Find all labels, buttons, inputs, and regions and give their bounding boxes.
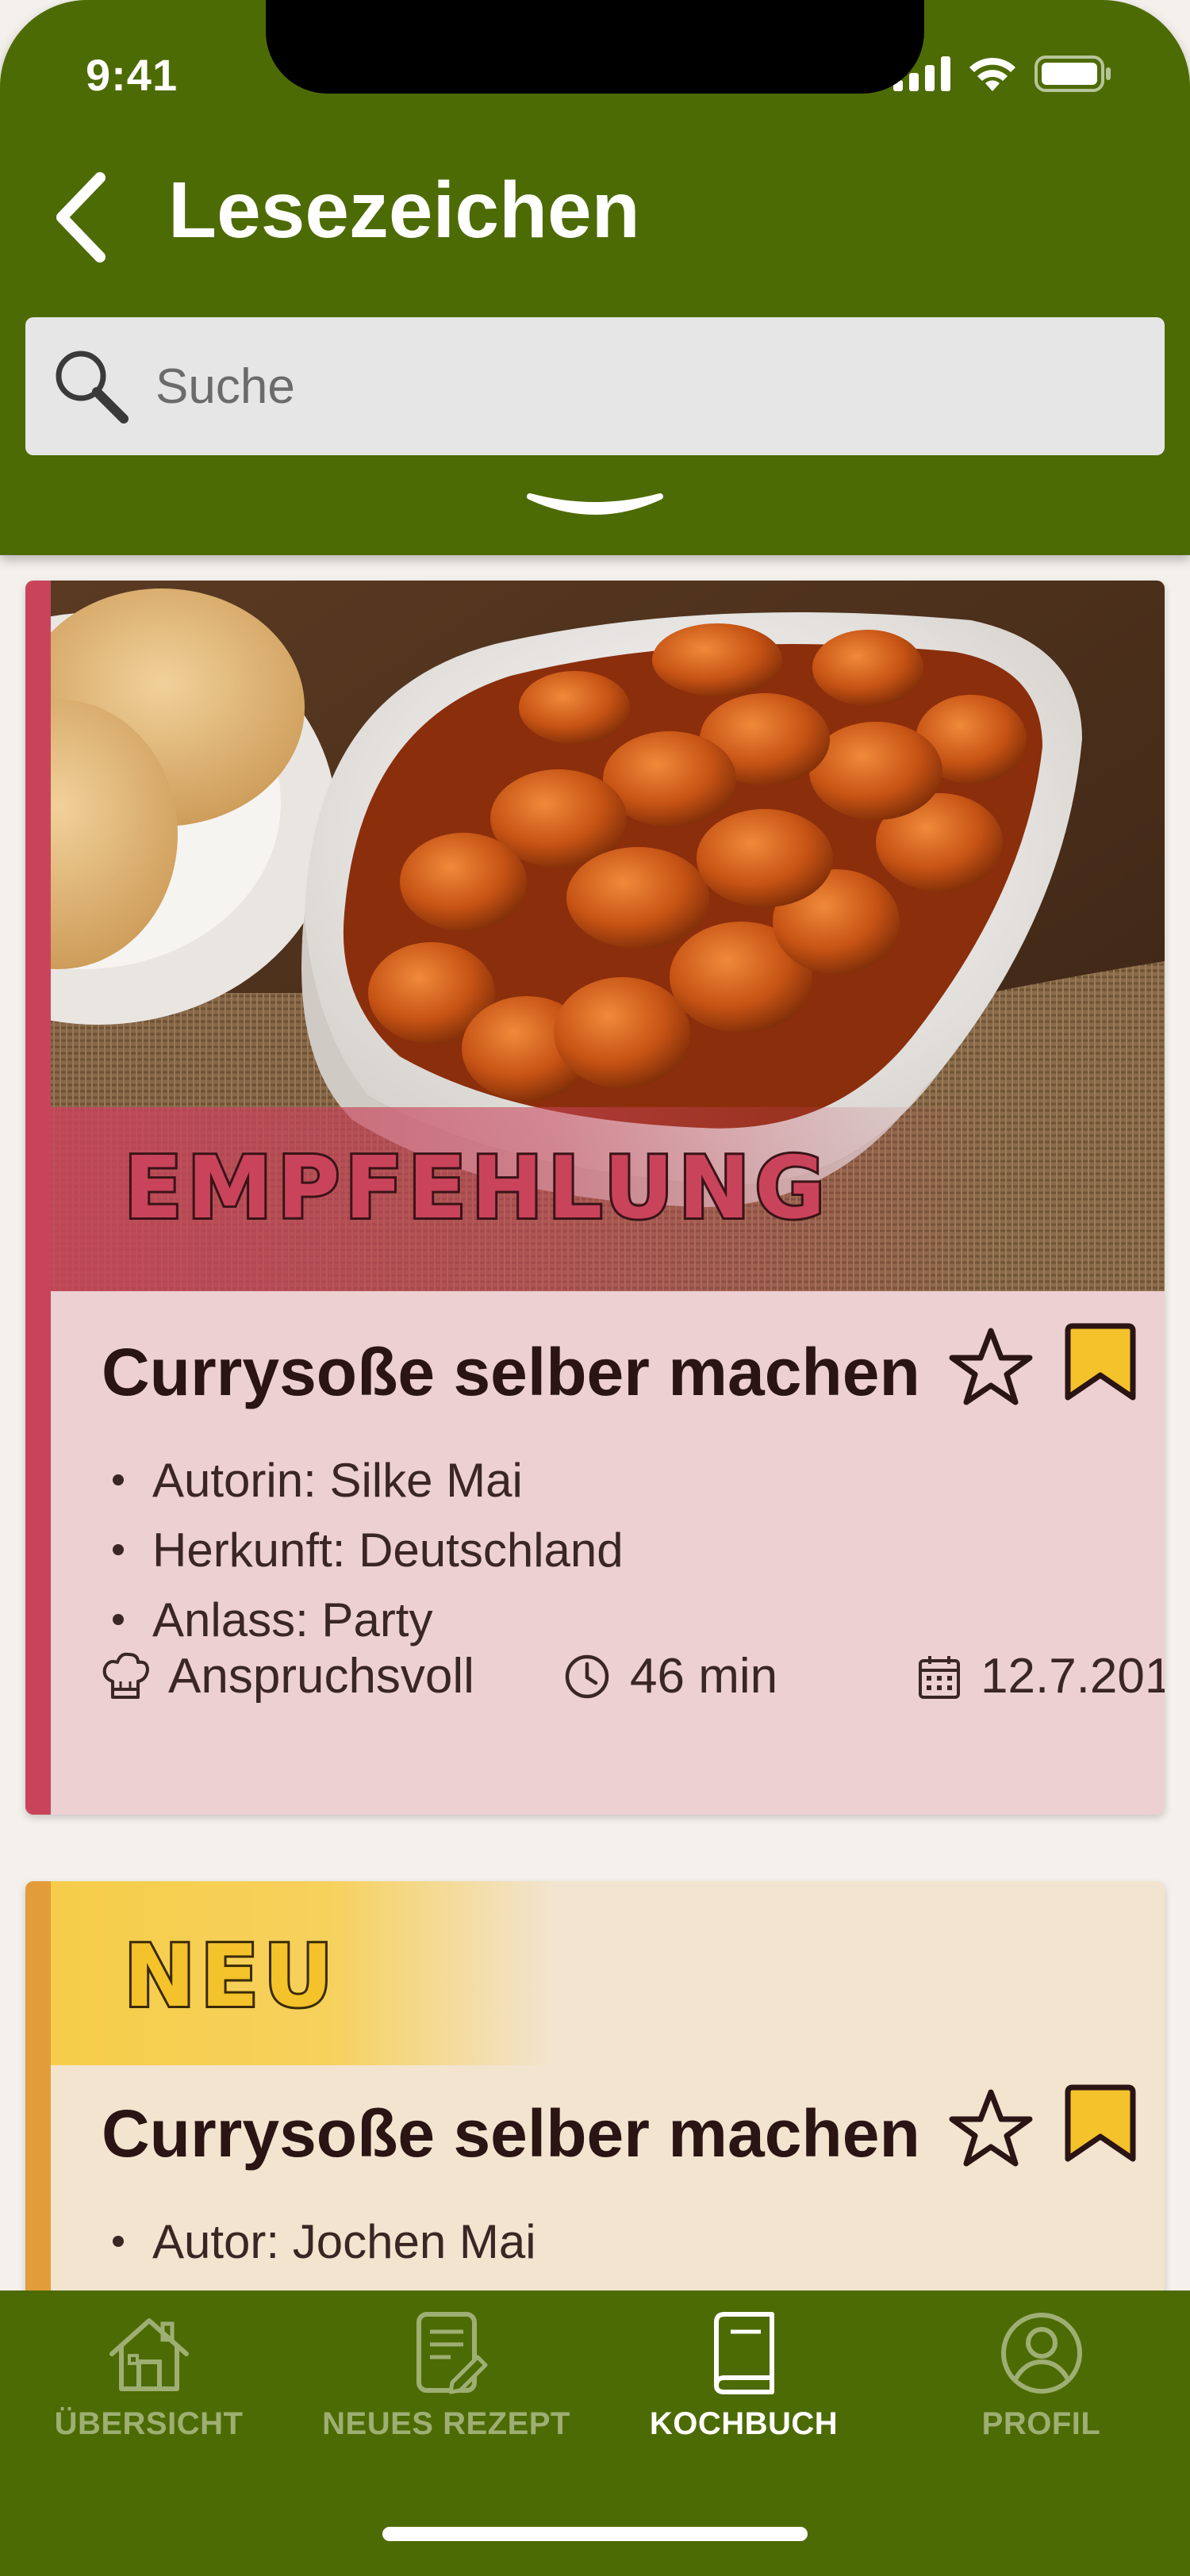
bookmark-list[interactable]: EMPFEHLUNG Currysoße selber machen Autor…	[0, 555, 1190, 2292]
nav-item-cookbook[interactable]: KOCHBUCH	[595, 2290, 892, 2489]
bookmark-icon	[1065, 1323, 1136, 1401]
back-button[interactable]	[48, 167, 119, 270]
favorite-button[interactable]	[947, 2086, 1035, 2173]
date-meta: 12.7.2019	[917, 1648, 1165, 1704]
phone-screen: 9:41 Lesezeichen Suche EMPFEHLUNG Currys…	[0, 0, 1190, 2576]
user-icon	[1000, 2313, 1082, 2394]
home-indicator[interactable]	[382, 2527, 808, 2541]
date-label: 12.7.2019	[981, 1649, 1165, 1704]
detail-author: Autor: Jochen Mai	[113, 2206, 536, 2276]
new-ribbon: NEU	[51, 1881, 1165, 2065]
nav-item-overview[interactable]: ÜBERSICHT	[0, 2290, 298, 2489]
search-bar[interactable]	[25, 317, 1165, 455]
bookmark-icon	[1065, 2084, 1136, 2162]
book-icon	[713, 2312, 774, 2394]
recipe-title[interactable]: Currysoße selber machen	[102, 2095, 920, 2172]
detail-author: Autorin: Silke Mai	[113, 1445, 624, 1515]
recommendation-ribbon: EMPFEHLUNG	[51, 1107, 1165, 1291]
wifi-icon	[969, 57, 1015, 91]
difficulty-meta: Anspruchsvoll	[102, 1648, 474, 1704]
duration-meta: 46 min	[563, 1648, 777, 1704]
nav-label: KOCHBUCH	[649, 2406, 839, 2441]
clock-icon	[565, 1654, 609, 1698]
bookmark-button[interactable]	[1057, 2080, 1144, 2167]
page-title: Lesezeichen	[168, 166, 640, 255]
search-input[interactable]	[155, 358, 1107, 415]
card-accent-stripe	[25, 581, 51, 1815]
nav-label: PROFIL	[981, 2406, 1101, 2441]
detail-occasion: Anlass: Party	[113, 1585, 624, 1654]
device-notch	[266, 0, 924, 94]
nav-label: NEUES REZEPT	[322, 2406, 570, 2441]
recipe-details: Autorin: Silke Mai Herkunft: Deutschland…	[113, 1445, 624, 1654]
calendar-icon	[919, 1655, 960, 1699]
recipe-card[interactable]: NEU Currysoße selber machen Autor: Joche…	[25, 1881, 1165, 2292]
recommendation-badge: EMPFEHLUNG	[121, 1137, 831, 1240]
recipe-card[interactable]: EMPFEHLUNG Currysoße selber machen Autor…	[25, 581, 1165, 1815]
duration-label: 46 min	[630, 1649, 778, 1704]
star-icon	[949, 2089, 1033, 2167]
difficulty-label: Anspruchsvoll	[168, 1649, 474, 1704]
favorite-button[interactable]	[947, 1324, 1035, 1412]
search-icon	[56, 351, 129, 424]
nav-item-new-recipe[interactable]: NEUES REZEPT	[298, 2290, 595, 2489]
app-header: 9:41 Lesezeichen	[0, 0, 1190, 555]
detail-origin: Herkunft: Deutschland	[113, 1515, 624, 1585]
expand-filters-button[interactable]	[524, 482, 666, 530]
bookmark-button[interactable]	[1057, 1318, 1144, 1405]
star-icon	[949, 1328, 1033, 1405]
house-icon	[109, 2318, 189, 2391]
chef-hat-icon	[102, 1652, 149, 1699]
chevron-left-icon	[56, 172, 106, 263]
status-icons	[893, 56, 1112, 92]
status-time: 9:41	[86, 50, 178, 100]
new-badge: NEU	[121, 1925, 338, 2029]
recipe-details: Autor: Jochen Mai	[113, 2206, 536, 2276]
recipe-meta: Anspruchsvoll 46 min 12.7.201	[102, 1648, 1165, 1719]
recipe-title[interactable]: Currysoße selber machen	[102, 1334, 920, 1411]
note-pencil-icon	[416, 2312, 487, 2394]
card-accent-stripe	[25, 1881, 51, 2292]
battery-icon	[1035, 56, 1111, 92]
nav-item-profile[interactable]: PROFIL	[892, 2290, 1190, 2489]
chevron-down-icon	[527, 493, 663, 515]
nav-label: ÜBERSICHT	[54, 2406, 244, 2441]
